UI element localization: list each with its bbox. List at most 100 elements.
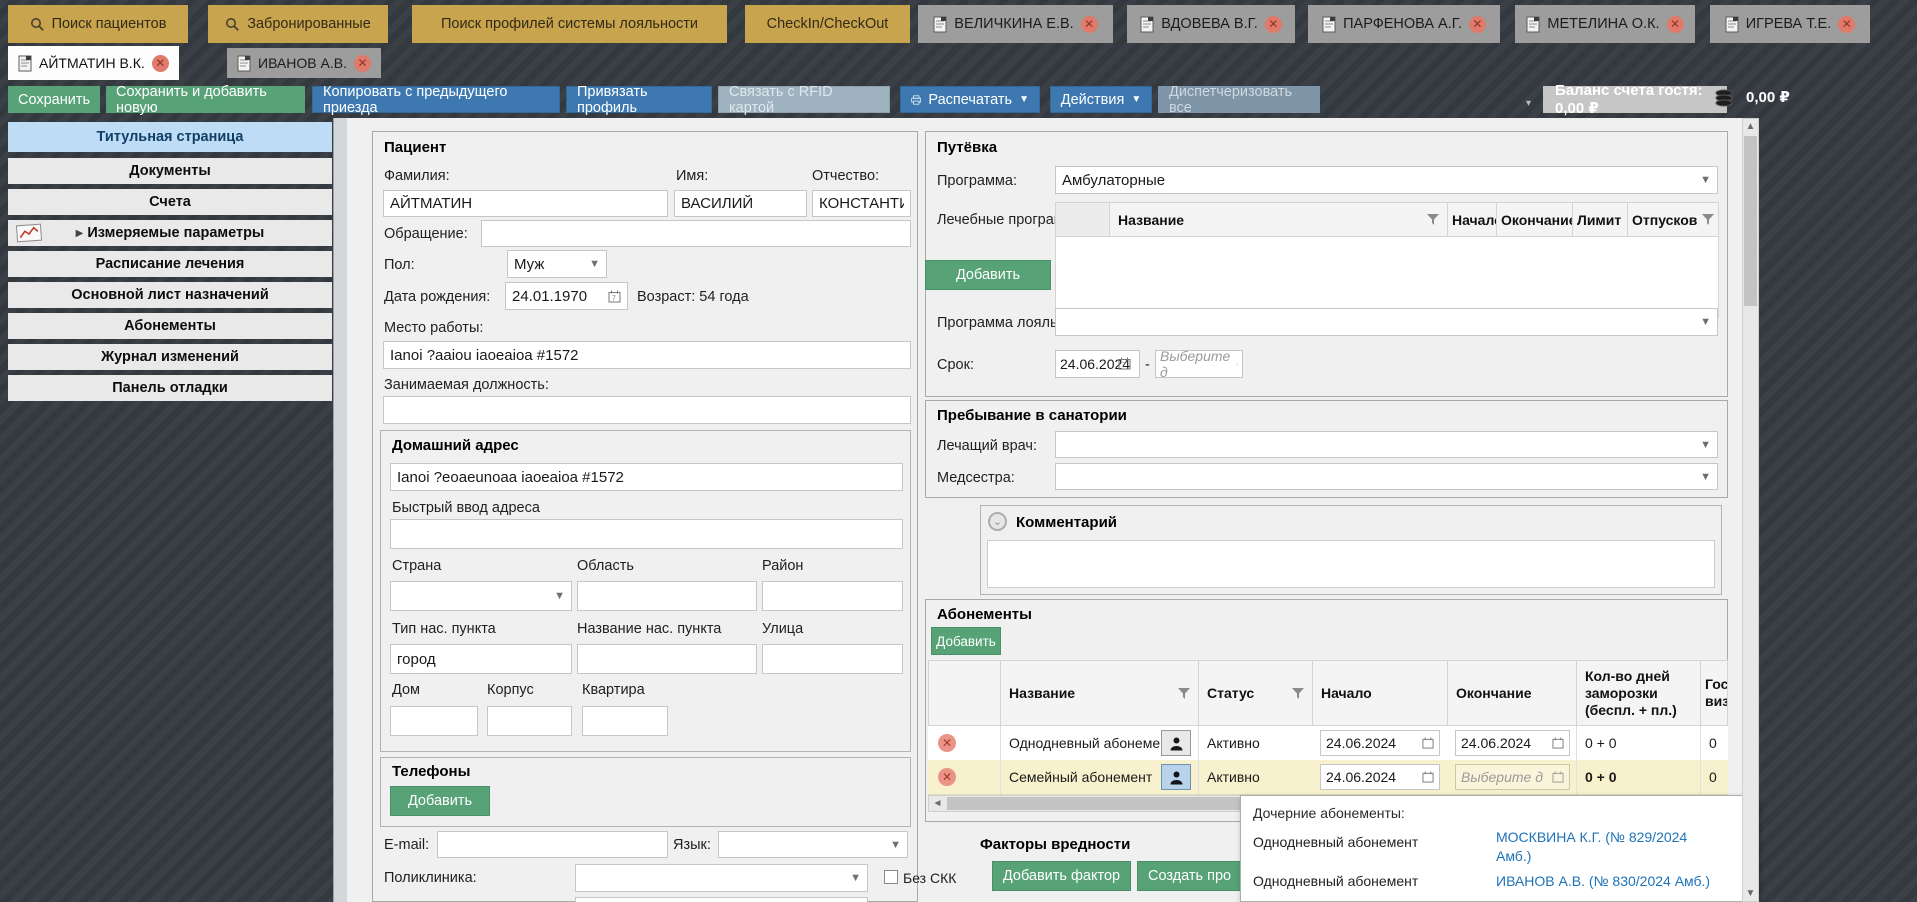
treatment-table-end-header[interactable]: Окончание: [1496, 202, 1573, 237]
scroll-up-icon[interactable]: ▲: [1743, 119, 1758, 134]
term-end-field[interactable]: Выберите д 7: [1155, 350, 1243, 378]
tab-patient-aytmatin-active[interactable]: АЙТМАТИН В.К. ✕: [8, 46, 179, 80]
workplace-field[interactable]: [383, 341, 911, 369]
subs-end-header[interactable]: Окончание: [1447, 660, 1577, 726]
nurse-select[interactable]: ▼: [1055, 463, 1718, 490]
gender-select[interactable]: Муж▼: [507, 250, 607, 278]
salutation-field[interactable]: [481, 220, 911, 247]
email-field[interactable]: [437, 831, 668, 858]
calendar-icon[interactable]: 7: [608, 290, 621, 303]
close-icon[interactable]: ✕: [1265, 16, 1282, 33]
delete-row-icon[interactable]: ✕: [938, 768, 956, 786]
filter-icon[interactable]: [1178, 688, 1190, 699]
treatment-table-vacations-header[interactable]: Отпусков: [1627, 202, 1719, 237]
add-treatment-program-button[interactable]: Добавить: [925, 260, 1051, 290]
clinic-select[interactable]: ▼: [575, 864, 868, 892]
filter-icon[interactable]: [1292, 688, 1304, 699]
bottom-partial-field[interactable]: [575, 897, 868, 902]
lastname-field[interactable]: [383, 190, 668, 217]
child-subscription-link[interactable]: ИВАНОВ А.В. (№ 830/2024 Амб.): [1496, 873, 1746, 889]
tab-patient-vdoveva[interactable]: ВДОВЕВА В.Г. ✕: [1127, 5, 1295, 43]
district-field[interactable]: [762, 581, 903, 611]
add-phone-button[interactable]: Добавить: [390, 786, 490, 816]
person-icon[interactable]: [1161, 730, 1191, 756]
program-select[interactable]: Амбулаторные▼: [1055, 166, 1718, 194]
subs-row2-end-date[interactable]: Выберите д: [1455, 764, 1570, 790]
loyalty-program-select[interactable]: ▼: [1055, 308, 1718, 336]
sidebar-item-subscriptions[interactable]: Абонементы: [8, 313, 332, 339]
tab-checkin-checkout[interactable]: CheckIn/CheckOut: [745, 5, 910, 43]
close-icon[interactable]: ✕: [1469, 16, 1486, 33]
tab-patient-igreva[interactable]: ИГРЕВА Т.Е. ✕: [1710, 5, 1870, 43]
scroll-left-icon[interactable]: ◄: [930, 796, 945, 811]
settlement-name-field[interactable]: [577, 644, 757, 674]
doctor-select[interactable]: ▼: [1055, 431, 1718, 458]
address-field[interactable]: [390, 463, 903, 491]
add-subscription-button[interactable]: Добавить: [931, 627, 1001, 655]
calendar-icon[interactable]: [1422, 771, 1434, 783]
sidebar-item-debug-panel[interactable]: Панель отладки: [8, 375, 332, 401]
treatment-table-start-header[interactable]: Начало: [1447, 202, 1497, 237]
calendar-icon[interactable]: [1422, 737, 1434, 749]
save-and-add-button[interactable]: Сохранить и добавить новую: [106, 86, 305, 113]
bind-profile-button[interactable]: Привязать профиль: [566, 86, 712, 113]
tab-patient-metelina[interactable]: МЕТЕЛИНА О.К. ✕: [1515, 5, 1695, 43]
subs-row1-end-date[interactable]: 24.06.2024: [1455, 730, 1570, 756]
birthdate-field[interactable]: 24.01.1970 7: [505, 282, 628, 310]
calendar-icon[interactable]: 7: [1118, 357, 1131, 370]
toolbar-overflow-icon[interactable]: ▾: [1526, 98, 1531, 109]
language-select[interactable]: ▼: [718, 831, 908, 858]
building-field[interactable]: [487, 706, 572, 736]
country-select[interactable]: ▼: [390, 581, 572, 611]
close-icon[interactable]: ✕: [1838, 16, 1855, 33]
treatment-table-name-header[interactable]: Название: [1109, 202, 1448, 237]
calendar-icon[interactable]: 7: [1236, 358, 1238, 371]
comment-textarea[interactable]: [987, 540, 1715, 588]
sidebar-item-documents[interactable]: Документы: [8, 158, 332, 184]
tab-booked[interactable]: Забронированные: [208, 5, 388, 43]
quick-address-field[interactable]: [390, 519, 903, 549]
tab-patient-search[interactable]: Поиск пациентов: [8, 5, 188, 43]
subs-start-header[interactable]: Начало: [1312, 660, 1448, 726]
apartment-field[interactable]: [582, 706, 668, 736]
expander-icon[interactable]: ▶: [76, 228, 84, 239]
collapse-toggle-icon[interactable]: ⌄: [988, 512, 1007, 531]
print-button[interactable]: Распечатать▼: [900, 86, 1040, 113]
calendar-icon[interactable]: [1552, 771, 1564, 783]
save-button[interactable]: Сохранить: [8, 86, 100, 113]
close-icon[interactable]: ✕: [1081, 16, 1098, 33]
middlename-field[interactable]: [812, 190, 911, 217]
settlement-type-field[interactable]: [390, 644, 572, 674]
subs-name-header[interactable]: Название: [1000, 660, 1199, 726]
add-hazard-factor-button[interactable]: Добавить фактор: [992, 861, 1131, 891]
sidebar-item-change-log[interactable]: Журнал изменений: [8, 344, 332, 370]
person-icon[interactable]: [1161, 764, 1191, 790]
sidebar-item-measured-params[interactable]: ▶ Измеряемые параметры: [8, 220, 332, 246]
calendar-icon[interactable]: [1552, 737, 1564, 749]
filter-icon[interactable]: [1427, 214, 1439, 225]
tab-patient-velichkina[interactable]: ВЕЛИЧКИНА Е.В. ✕: [918, 5, 1113, 43]
region-field[interactable]: [577, 581, 757, 611]
dispatch-all-button[interactable]: Диспетчеризовать все: [1158, 86, 1320, 113]
sidebar-item-treatment-schedule[interactable]: Расписание лечения: [8, 251, 332, 277]
create-hazard-profile-button[interactable]: Создать про: [1137, 861, 1257, 891]
sidebar-item-title-page[interactable]: Титульная страница: [8, 122, 332, 152]
position-field[interactable]: [383, 396, 911, 424]
subs-freeze-header[interactable]: Кол-во дней заморозки (беспл. + пл.): [1576, 660, 1701, 726]
copy-previous-visit-button[interactable]: Копировать с предыдущего приезда: [312, 86, 560, 113]
no-skk-checkbox[interactable]: [884, 870, 898, 884]
close-icon[interactable]: ✕: [152, 55, 169, 72]
firstname-field[interactable]: [674, 190, 807, 217]
subs-status-header[interactable]: Статус: [1198, 660, 1313, 726]
subs-guest-header[interactable]: Гоствиз: [1700, 660, 1728, 726]
delete-row-icon[interactable]: ✕: [938, 734, 956, 752]
tab-patient-parfenova[interactable]: ПАРФЕНОВА А.Г. ✕: [1308, 5, 1500, 43]
subs-row2-start-date[interactable]: 24.06.2024: [1320, 764, 1440, 790]
treatment-table-limit-header[interactable]: Лимит: [1572, 202, 1628, 237]
rfid-link-button[interactable]: Связать с RFID картой: [718, 86, 890, 113]
sidebar-item-main-prescription-sheet[interactable]: Основной лист назначений: [8, 282, 332, 308]
vertical-scrollbar-thumb[interactable]: [1744, 136, 1757, 306]
tab-patient-ivanov[interactable]: ИВАНОВ А.В. ✕: [227, 48, 381, 78]
scroll-down-icon[interactable]: ▼: [1743, 886, 1758, 901]
house-field[interactable]: [390, 706, 478, 736]
